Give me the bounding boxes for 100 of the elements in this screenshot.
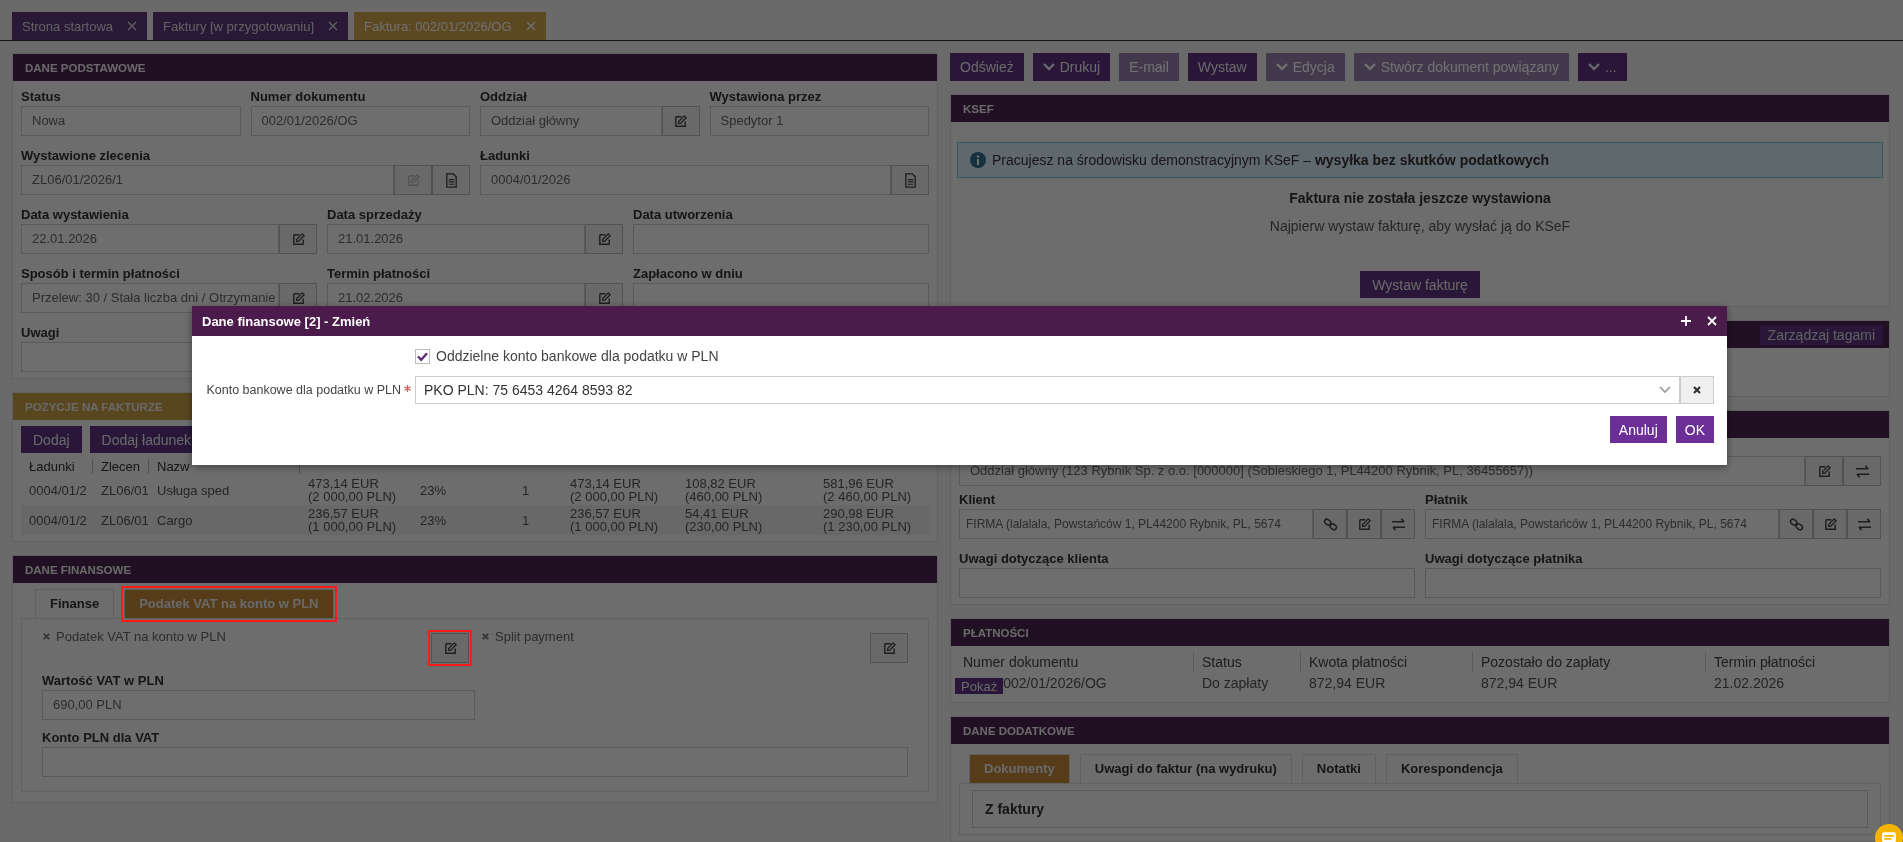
edit-icon	[1356, 516, 1372, 532]
table-cell-text: 473,14 EUR (2 000,00 PLN)	[307, 475, 398, 505]
link-icon	[1788, 516, 1804, 532]
input-field[interactable]: Spedytor 1	[709, 106, 929, 136]
input-field[interactable]: Oddział główny	[480, 106, 662, 136]
field-label: Zapłacono w dniu	[633, 265, 744, 283]
edit-button[interactable]	[585, 224, 623, 254]
edit-button[interactable]	[279, 224, 317, 254]
subpanel-title: Z faktury	[985, 801, 1045, 817]
page-tab[interactable]: Faktury [w przygotowaniu]	[153, 12, 349, 40]
link-icon	[1322, 516, 1338, 532]
column-header: Termin płatności	[1713, 653, 1817, 672]
page-tab[interactable]: Faktura: 002/01/2026/OG	[354, 12, 546, 40]
table-cell-text: 1	[521, 511, 531, 530]
show-button[interactable]: Pokaż	[955, 678, 1004, 694]
toolbar-button[interactable]: Drukuj	[1032, 53, 1111, 81]
column-header: Pozostało do zapłaty	[1473, 652, 1706, 672]
input-field[interactable]: Nowa	[21, 106, 241, 136]
swap-icon	[1854, 463, 1870, 479]
table-cell-text: 54,41 EUR (230,00 PLN)	[684, 505, 764, 535]
link-button[interactable]	[1313, 509, 1347, 539]
field-label: Klient	[959, 491, 997, 509]
input-field[interactable]: 21.01.2026	[327, 224, 585, 254]
page-tab[interactable]: Strona startowa	[12, 12, 148, 40]
column-header: Ładunki	[21, 458, 93, 474]
document-icon	[902, 172, 918, 188]
dialog-button[interactable]: OK	[1675, 416, 1714, 443]
link-button[interactable]	[1779, 509, 1813, 539]
add-button[interactable]: Dodaj	[21, 426, 82, 453]
input-field[interactable]: 002/01/2026/OG	[250, 106, 470, 136]
field-label: Status	[21, 88, 62, 106]
input-field[interactable]: 22.01.2026	[21, 224, 279, 254]
field-label: Uwagi dotyczące klienta	[959, 550, 1110, 568]
panel-header: DANE DODATKOWE	[951, 717, 1889, 744]
column-header: Status	[1194, 652, 1301, 672]
table-cell-text: 23%	[419, 481, 448, 500]
field-label: Data utworzenia	[633, 206, 734, 224]
column-header: Kwota płatności	[1301, 652, 1473, 672]
table-cell-text: ZL06/01	[100, 511, 149, 530]
edit-button[interactable]	[661, 106, 700, 136]
swap-button[interactable]	[1847, 509, 1881, 539]
column-header: Numer dokumentu	[963, 652, 1194, 672]
swap-button[interactable]	[1381, 509, 1415, 539]
chevron-down-icon	[1659, 386, 1671, 394]
tab[interactable]: Uwagi do faktur (na wydruku)	[1079, 754, 1292, 783]
table-cell-text: 872,94 EUR	[1480, 674, 1559, 693]
edit-icon	[1822, 516, 1838, 532]
select-field[interactable]: PKO PLN: 75 6453 4264 8593 82	[415, 376, 1680, 404]
table-cell-text: 0004/01/2	[28, 481, 88, 500]
checkbox[interactable]	[415, 348, 430, 364]
status-heading: Faktura nie została jeszcze wystawiona	[1289, 190, 1551, 206]
x-icon	[481, 632, 490, 641]
table-cell-text: 581,96 EUR (2 460,00 PLN)	[822, 475, 913, 505]
swap-button[interactable]	[1843, 456, 1881, 486]
edit-button[interactable]	[1805, 456, 1843, 486]
edit-button[interactable]	[1813, 509, 1847, 539]
document-button[interactable]	[891, 165, 929, 195]
input-field[interactable]: Przelew: 30 / Stała liczba dni / Otrzymanie	[21, 283, 279, 313]
caret-icon	[1042, 63, 1055, 71]
field-label: Wartość VAT w PLN	[42, 672, 165, 690]
edit-button[interactable]	[1347, 509, 1381, 539]
edit-icon	[596, 231, 612, 247]
edit-icon	[290, 290, 306, 306]
clear-button[interactable]	[1680, 376, 1714, 404]
tab[interactable]: Korespondencja	[1385, 754, 1518, 783]
edit-button[interactable]	[870, 633, 908, 663]
table-cell-text: 0004/01/2	[28, 511, 88, 530]
swap-icon	[1856, 516, 1872, 532]
edit-icon	[442, 640, 458, 656]
flag-label: Split payment	[481, 629, 574, 644]
panel-header: KSEF	[951, 95, 1889, 122]
checkbox-label: Oddzielne konto bankowe dla podatku w PLN	[436, 348, 719, 364]
field-label: Ładunki	[480, 147, 531, 165]
dialog-button[interactable]: Anuluj	[1609, 416, 1667, 443]
flag-label: Podatek VAT na konto w PLN	[42, 629, 226, 644]
document-button[interactable]	[432, 165, 470, 195]
tab[interactable]: Notatki	[1301, 754, 1376, 783]
input-field[interactable]: 690,00 PLN	[42, 690, 475, 720]
input-field[interactable]: FIRMA (lalalala, Powstańców 1, PL44200 Rybnik, PL, 5674	[1425, 509, 1779, 539]
tab[interactable]: Dokumenty	[969, 754, 1070, 783]
panel-header: DANE PODSTAWOWE	[13, 54, 937, 81]
table-cell-text: Do zapłaty	[1201, 674, 1270, 693]
toolbar-button[interactable]: Wystaw	[1187, 53, 1257, 81]
document-icon	[443, 172, 459, 188]
field-label: Termin płatności	[327, 265, 432, 283]
x-icon	[42, 632, 51, 641]
input-field[interactable]: ZL06/01/2026/1	[21, 165, 394, 195]
table-cell-text: 290,98 EUR (1 230,00 PLN)	[822, 505, 913, 535]
edit-icon	[290, 231, 306, 247]
maximize-icon[interactable]	[1681, 316, 1691, 326]
toolbar-button[interactable]: Odśwież	[950, 53, 1024, 81]
issue-invoice-button[interactable]: Wystaw fakturę	[1360, 271, 1480, 298]
edit-icon	[881, 640, 897, 656]
manage-tags-button[interactable]: Zarządzaj tagami	[1759, 324, 1883, 345]
field-label: Uwagi dotyczące płatnika	[1425, 550, 1584, 568]
input-field[interactable]: 0004/01/2026	[480, 165, 891, 195]
input-field[interactable]: FIRMA (lalalala, Powstańców 1, PL44200 Rybnik, PL, 5674	[959, 509, 1313, 539]
tab[interactable]: Finanse	[35, 589, 115, 618]
toolbar-button[interactable]: ...	[1577, 53, 1627, 81]
field-label: Wystawiona przez	[709, 88, 823, 106]
